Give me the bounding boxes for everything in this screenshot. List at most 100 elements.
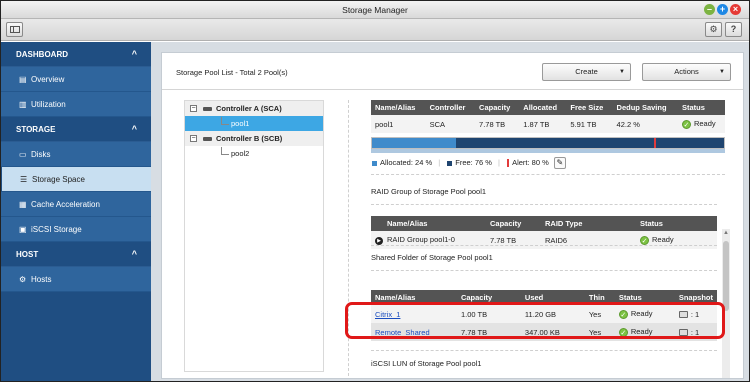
maximize-button[interactable]: + xyxy=(717,4,728,15)
chevron-down-icon: ▼ xyxy=(719,69,725,75)
sidebar-item-utilization[interactable]: ▥ Utilization xyxy=(1,92,151,117)
raid-section-title: RAID Group of Storage Pool pool1 xyxy=(371,187,487,196)
pool-controller: SCA xyxy=(425,115,476,133)
sidebar-section-dashboard[interactable]: DASHBOARD ^ xyxy=(1,42,151,67)
overview-icon: ▤ xyxy=(19,75,27,84)
sidebar-item-disks[interactable]: ▭ Disks xyxy=(1,142,151,167)
chevron-up-icon: ^ xyxy=(131,49,137,59)
raid-type: RAID6 xyxy=(541,231,636,249)
divider xyxy=(371,174,725,175)
collapse-icon[interactable]: − xyxy=(190,135,197,142)
column-header: Dedup Saving xyxy=(616,103,667,112)
shared-section-title: Shared Folder of Storage Pool pool1 xyxy=(371,253,493,262)
create-button[interactable]: Create ▼ xyxy=(542,63,631,81)
pool-allocated: 1.87 TB xyxy=(519,115,567,133)
collapse-icon[interactable]: − xyxy=(190,105,197,112)
sidebar-item-overview[interactable]: ▤ Overview xyxy=(1,67,151,92)
raid-capacity: 7.78 TB xyxy=(486,231,541,249)
gear-icon: ⚙ xyxy=(709,24,718,34)
free-swatch xyxy=(447,160,453,166)
legend-separator: | xyxy=(498,158,500,167)
column-header: Capacity xyxy=(479,103,511,112)
divider xyxy=(371,204,717,205)
sidebar-toggle-icon xyxy=(9,26,20,33)
sidebar-section-host[interactable]: HOST ^ xyxy=(1,242,151,267)
usage-legend: Allocated: 24 % | Free: 76 % | Alert: 80… xyxy=(371,157,566,170)
divider xyxy=(162,89,743,90)
help-icon: ? xyxy=(730,24,737,34)
settings-button[interactable]: ⚙ xyxy=(705,22,722,37)
table-row[interactable]: pool1 SCA 7.78 TB 1.87 TB 5.91 TB 42.2 %… xyxy=(371,115,725,133)
controller-icon xyxy=(203,107,212,112)
window-title: Storage Manager xyxy=(342,5,408,15)
sidebar-item-cache-acceleration[interactable]: ▦ Cache Acceleration xyxy=(1,192,151,217)
storage-icon: ☰ xyxy=(20,175,28,184)
pool-status: ✓ Ready xyxy=(677,115,725,133)
usage-bar-allocated xyxy=(372,138,457,148)
column-header: Controller xyxy=(429,103,466,112)
column-header: RAID Type xyxy=(545,219,583,228)
column-header: Name/Alias xyxy=(375,103,416,112)
pool-table: Name/Alias Controller Capacity Allocated… xyxy=(371,100,725,133)
tree-pool-pool1[interactable]: pool1 xyxy=(185,116,323,131)
sidebar-item-hosts[interactable]: ⚙ Hosts xyxy=(1,267,151,292)
sidebar-toggle-button[interactable] xyxy=(6,22,23,37)
column-header: Status xyxy=(640,219,663,228)
ready-icon: ✓ xyxy=(681,119,691,129)
controller-icon xyxy=(203,137,212,142)
help-button[interactable]: ? xyxy=(725,22,742,37)
minimize-button[interactable]: – xyxy=(704,4,715,15)
pencil-icon: ✎ xyxy=(556,158,564,168)
chevron-up-icon: ^ xyxy=(131,124,137,134)
toolbar: ⚙ ? xyxy=(1,19,749,41)
raid-status: ✓ Ready xyxy=(636,231,717,249)
sidebar-section-storage[interactable]: STORAGE ^ xyxy=(1,117,151,142)
usage-bar-alert-marker xyxy=(653,138,656,148)
tree-controller-b[interactable]: − Controller B (SCB) xyxy=(185,131,323,146)
column-header: Status xyxy=(681,103,705,112)
column-header: Capacity xyxy=(490,219,522,228)
sidebar: DASHBOARD ^ ▤ Overview ▥ Utilization STORA… xyxy=(1,42,151,381)
table-row[interactable]: ▶ RAID Group pool1-0 7.78 TB RAID6 ✓ Ready xyxy=(371,231,717,249)
ready-icon: ✓ xyxy=(640,235,649,245)
title-bar: Storage Manager – + × xyxy=(1,1,749,19)
highlight-annotation xyxy=(345,302,725,339)
disk-icon: ▭ xyxy=(19,150,27,159)
chevron-up-icon: ^ xyxy=(131,249,137,259)
column-header: Name/Alias xyxy=(387,219,428,228)
close-button[interactable]: × xyxy=(730,4,741,15)
tree-pool-pool2[interactable]: pool2 xyxy=(185,146,323,161)
pool-name: pool1 xyxy=(371,115,426,133)
tree-controller-a[interactable]: − Controller A (SCA) xyxy=(185,101,323,116)
pool-sub-sections: RAID Group of Storage Pool pool1 Name/Al… xyxy=(371,179,717,378)
app-window: Storage Manager – + × ⚙ ? DASHBOARD ^ ▤ O… xyxy=(0,0,750,382)
expand-icon[interactable]: ▶ xyxy=(375,236,383,245)
legend-separator: | xyxy=(438,158,441,167)
controller-tree: − Controller A (SCA) pool1 − Controller … xyxy=(184,100,324,372)
divider xyxy=(371,245,717,246)
edit-alert-button[interactable]: ✎ xyxy=(553,157,566,170)
cache-icon: ▦ xyxy=(19,200,27,209)
alert-swatch xyxy=(507,159,510,168)
column-header: Allocated xyxy=(523,103,558,112)
sidebar-item-storage-space[interactable]: ☰ Storage Space xyxy=(1,167,151,192)
panel-title: Storage Pool List - Total 2 Pool(s) xyxy=(176,68,288,77)
chevron-down-icon: ▼ xyxy=(619,69,625,75)
scrollbar-thumb[interactable] xyxy=(723,241,729,311)
raid-name: ▶ RAID Group pool1-0 xyxy=(371,231,486,249)
divider xyxy=(371,270,717,271)
divider xyxy=(371,350,717,351)
usage-bar-shadow xyxy=(371,149,725,153)
sidebar-item-iscsi-storage[interactable]: ▣ iSCSI Storage xyxy=(1,217,151,242)
allocated-swatch xyxy=(372,160,377,166)
pool-free: 5.91 TB xyxy=(566,115,613,133)
scroll-up-icon[interactable]: ▲ xyxy=(722,229,730,237)
actions-button[interactable]: Actions ▼ xyxy=(642,63,731,81)
pool-capacity: 7.78 TB xyxy=(475,115,520,133)
gear-icon: ⚙ xyxy=(19,275,27,284)
pool-dedup: 42.2 % xyxy=(612,115,678,133)
iscsi-icon: ▣ xyxy=(19,225,27,234)
usage-bar xyxy=(371,137,725,149)
chart-icon: ▥ xyxy=(19,100,27,109)
column-header: Free Size xyxy=(570,103,604,112)
